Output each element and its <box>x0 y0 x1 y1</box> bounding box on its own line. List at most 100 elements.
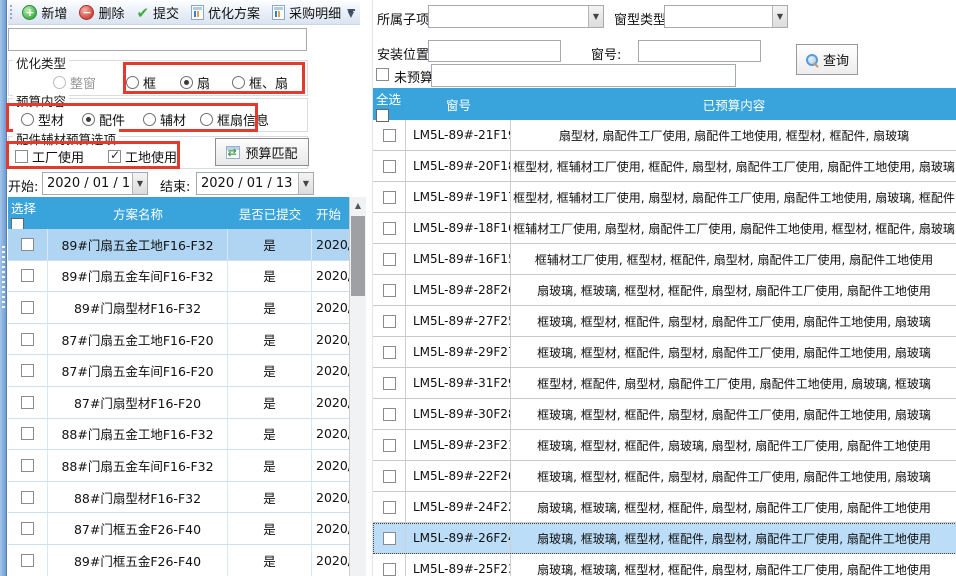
radio-icon[interactable] <box>21 113 34 126</box>
row-checkbox[interactable] <box>383 532 396 545</box>
row-checkbox[interactable] <box>383 439 396 452</box>
plan-name-column-header[interactable]: 方案名称 <box>48 197 228 229</box>
row-checkbox[interactable] <box>383 253 396 266</box>
radio-option[interactable]: 辅材 <box>143 110 186 129</box>
toolbar-grip[interactable] <box>10 5 12 21</box>
window-no-input[interactable] <box>638 40 761 62</box>
scrollbar-thumb[interactable] <box>351 216 365 296</box>
row-checkbox[interactable] <box>21 522 34 535</box>
row-checkbox[interactable] <box>21 554 34 567</box>
window-row[interactable]: LM5L-89#-26F24扇玻璃, 框玻璃, 框型材, 框配件, 扇型材, 扇… <box>373 523 956 554</box>
collapsed-side-splitter[interactable] <box>0 0 7 576</box>
radio-icon[interactable] <box>200 113 213 126</box>
budget-match-button[interactable]: 预算匹配 <box>215 138 309 166</box>
window-type-combobox[interactable]: ▼ <box>664 5 788 28</box>
row-checkbox[interactable] <box>383 501 396 514</box>
row-checkbox[interactable] <box>21 427 34 440</box>
window-row[interactable]: LM5L-89#-23F21框玻璃, 框型材, 框配件, 扇玻璃, 扇型材, 扇… <box>373 430 956 461</box>
window-no-column-header[interactable]: 窗号 <box>406 88 511 120</box>
add-button[interactable]: 新增 <box>16 1 73 24</box>
row-checkbox[interactable] <box>21 269 34 282</box>
radio-option[interactable]: 框、扇 <box>232 73 288 92</box>
chevron-down-icon[interactable]: ▼ <box>772 6 787 27</box>
plan-filter-input[interactable] <box>8 28 307 51</box>
window-row[interactable]: LM5L-89#-16F15框辅材工厂使用, 框型材, 框配件, 扇型材, 扇配… <box>373 244 956 275</box>
window-row[interactable]: LM5L-89#-29F27框玻璃, 框型材, 框配件, 扇型材, 扇配件工厂使… <box>373 337 956 368</box>
radio-icon[interactable] <box>53 76 66 89</box>
chevron-down-icon[interactable]: ▼ <box>298 173 313 194</box>
radio-icon[interactable] <box>143 113 156 126</box>
checkbox-icon[interactable] <box>15 150 28 163</box>
row-checkbox[interactable] <box>383 408 396 421</box>
sub-item-combobox[interactable]: ▼ <box>428 5 604 28</box>
radio-icon[interactable] <box>126 76 139 89</box>
toolbar-overflow-button[interactable]: ▼ <box>344 5 358 21</box>
row-checkbox[interactable] <box>21 301 34 314</box>
plan-row[interactable]: 89#门扇五金工地F16-F32是2020/0 <box>8 229 366 261</box>
window-row[interactable]: LM5L-89#-22F20框玻璃, 框型材, 框配件, 扇型材, 扇配件工厂使… <box>373 461 956 492</box>
window-row[interactable]: LM5L-89#-25F23扇玻璃, 框玻璃, 框型材, 框配件, 扇型材, 扇… <box>373 554 956 576</box>
window-row[interactable]: LM5L-89#-21F19扇型材, 扇配件工厂使用, 扇配件工地使用, 框型材… <box>373 120 956 151</box>
window-row[interactable]: LM5L-89#-30F28框玻璃, 框型材, 框配件, 扇型材, 扇配件工厂使… <box>373 399 956 430</box>
window-row[interactable]: LM5L-89#-20F18框型材, 框辅材工厂使用, 框配件, 扇型材, 扇配… <box>373 151 956 182</box>
window-row[interactable]: LM5L-89#-28F26扇玻璃, 框玻璃, 框型材, 框配件, 扇型材, 扇… <box>373 275 956 306</box>
select-all-checkbox[interactable] <box>11 218 24 229</box>
window-row[interactable]: LM5L-89#-19F17框型材, 框辅材工厂使用, 扇型材, 扇配件工厂使用… <box>373 182 956 213</box>
not-budgeted-input[interactable] <box>431 64 736 87</box>
radio-option[interactable]: 配件 <box>82 110 125 129</box>
plan-row[interactable]: 89#门扇型材F16-F32是2020/0 <box>8 292 366 324</box>
start-date-picker[interactable]: 2020 / 01 / 1 ▼ <box>42 172 148 195</box>
select-all-checkbox[interactable] <box>376 109 389 122</box>
row-checkbox[interactable] <box>383 129 396 142</box>
plan-row[interactable]: 87#门框五金F26-F40是2020/0 <box>8 513 366 545</box>
radio-option[interactable]: 框扇信息 <box>200 110 269 129</box>
radio-icon[interactable] <box>232 76 245 89</box>
row-checkbox[interactable] <box>21 396 34 409</box>
radio-icon[interactable] <box>82 113 95 126</box>
plan-row[interactable]: 87#门扇型材F16-F20是2020/0 <box>8 387 366 419</box>
window-row[interactable]: LM5L-89#-27F25框玻璃, 框型材, 框配件, 扇型材, 扇配件工厂使… <box>373 306 956 337</box>
end-date-picker[interactable]: 2020 / 01 / 13 ▼ <box>196 172 314 195</box>
query-button[interactable]: 查询 <box>796 44 858 75</box>
checkbox-option[interactable]: 工厂使用 <box>15 147 84 166</box>
plan-row[interactable]: 89#门扇五金车间F16-F32是2020/0 <box>8 261 366 293</box>
radio-option[interactable]: 扇 <box>180 73 210 92</box>
row-checkbox[interactable] <box>21 364 34 377</box>
row-checkbox[interactable] <box>383 160 396 173</box>
row-checkbox[interactable] <box>21 459 34 472</box>
row-checkbox[interactable] <box>383 222 396 235</box>
radio-icon[interactable] <box>180 76 193 89</box>
budgeted-content-column-header[interactable]: 已预算内容 <box>511 88 956 120</box>
optimize-plan-button[interactable]: 优化方案 <box>185 1 266 24</box>
row-checkbox[interactable] <box>21 333 34 346</box>
plan-row[interactable]: 87#门扇五金车间F16-F20是2020/0 <box>8 355 366 387</box>
plan-row[interactable]: 89#门框五金F26-F40是2020/0 <box>8 545 366 576</box>
checkbox-icon[interactable] <box>108 150 121 163</box>
row-checkbox[interactable] <box>383 315 396 328</box>
plan-row[interactable]: 88#门扇型材F16-F32是2020/0 <box>8 482 366 514</box>
scroll-up-icon[interactable]: ▲ <box>350 197 366 214</box>
row-checkbox[interactable] <box>21 491 34 504</box>
radio-option[interactable]: 整窗 <box>53 73 96 92</box>
row-checkbox[interactable] <box>383 563 396 576</box>
submit-button[interactable]: ✔ 提交 <box>130 1 185 24</box>
row-checkbox[interactable] <box>383 377 396 390</box>
window-row[interactable]: LM5L-89#-31F29框型材, 框配件, 扇型材, 扇配件工厂使用, 扇配… <box>373 368 956 399</box>
splitter-grip[interactable] <box>2 246 5 308</box>
row-checkbox[interactable] <box>383 191 396 204</box>
row-checkbox[interactable] <box>383 470 396 483</box>
plan-row[interactable]: 87#门扇五金工地F16-F20是2020/0 <box>8 324 366 356</box>
plan-row[interactable]: 88#门扇五金车间F16-F32是2020/0 <box>8 450 366 482</box>
install-position-input[interactable] <box>428 40 561 62</box>
chevron-down-icon[interactable]: ▼ <box>132 173 147 194</box>
plans-table-scrollbar[interactable]: ▲ <box>349 197 366 576</box>
row-checkbox[interactable] <box>383 284 396 297</box>
submitted-column-header[interactable]: 是否已提交 <box>228 197 312 229</box>
row-checkbox[interactable] <box>21 238 34 251</box>
checkbox-option[interactable]: 工地使用 <box>108 147 177 166</box>
not-budgeted-checkbox[interactable] <box>376 68 389 81</box>
row-checkbox[interactable] <box>383 346 396 359</box>
plan-row[interactable]: 88#门扇五金工地F16-F32是2020/0 <box>8 419 366 451</box>
window-row[interactable]: LM5L-89#-18F16框辅材工厂使用, 扇型材, 扇配件工厂使用, 扇配件… <box>373 213 956 244</box>
chevron-down-icon[interactable]: ▼ <box>588 6 603 27</box>
